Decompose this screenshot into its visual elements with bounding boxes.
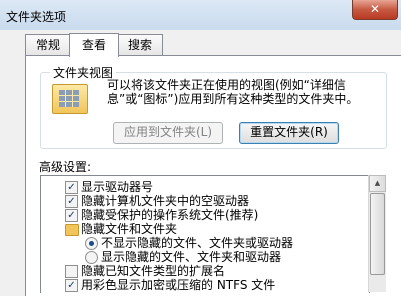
- reset-folders-button[interactable]: 重置文件夹(R): [239, 122, 339, 144]
- tab-search[interactable]: 搜索: [117, 34, 163, 55]
- apply-to-folders-label: 应用到文件夹(L): [123, 125, 213, 139]
- apply-to-folders-button[interactable]: 应用到文件夹(L): [113, 122, 223, 144]
- tab-search-label: 搜索: [127, 38, 152, 52]
- scroll-up-button[interactable]: ▲: [369, 175, 386, 192]
- close-button[interactable]: ✕: [352, 0, 398, 20]
- tab-view[interactable]: 查看: [69, 33, 119, 57]
- list-item-label: 用彩色显示加密或压缩的 NTFS 文件: [81, 278, 276, 292]
- checkbox-color-ntfs-files[interactable]: ✓: [65, 279, 78, 292]
- advanced-settings-list[interactable]: ✓ 显示驱动器号 ✓ 隐藏计算机文件夹中的空驱动器 ✓ 隐藏受保护的操作系统文件…: [40, 175, 370, 293]
- title-bar: 文件夹选项 ✕: [0, 0, 401, 30]
- vertical-scrollbar[interactable]: ▲: [368, 175, 386, 292]
- window-title: 文件夹选项: [6, 10, 67, 24]
- checkbox-hide-protected-os-files[interactable]: ✓: [65, 209, 78, 222]
- list-item-label: 不显示隐藏的文件、文件夹或驱动器: [101, 236, 294, 250]
- check-icon: ✓: [67, 280, 76, 291]
- checkbox-hide-empty-drives[interactable]: ✓: [65, 195, 78, 208]
- check-icon: ✓: [67, 196, 76, 207]
- list-item-label: 显示驱动器号: [81, 180, 154, 194]
- reset-folders-label: 重置文件夹(R): [250, 125, 328, 139]
- list-item-label: 隐藏受保护的操作系统文件(推荐): [81, 208, 259, 222]
- close-icon: ✕: [369, 2, 381, 16]
- radio-dont-show-hidden[interactable]: [85, 237, 98, 250]
- check-icon: ✓: [67, 210, 76, 221]
- folder-icon: [65, 224, 79, 236]
- list-item-label: 隐藏已知文件类型的扩展名: [81, 264, 226, 278]
- list-item-label: 隐藏计算机文件夹中的空驱动器: [81, 194, 250, 208]
- tab-view-label: 查看: [81, 38, 106, 52]
- scroll-thumb[interactable]: [370, 193, 385, 275]
- checkbox-show-drive-letters[interactable]: ✓: [65, 181, 78, 194]
- folder-views-description: 可以将该文件夹正在使用的视图(例如“详细信息”或“图标”)应用到所有这种类型的文…: [107, 78, 359, 106]
- radio-show-hidden[interactable]: [85, 251, 98, 264]
- advanced-settings-label: 高级设置:: [39, 160, 92, 174]
- scroll-up-icon: ▲: [374, 179, 381, 187]
- check-icon: ✓: [67, 182, 76, 193]
- tab-general[interactable]: 常规: [25, 34, 71, 55]
- list-item-label: 显示隐藏的文件、文件夹和驱动器: [101, 250, 282, 264]
- folder-view-icon: [52, 84, 88, 114]
- tab-general-label: 常规: [35, 38, 60, 52]
- list-item-label: 隐藏文件和文件夹: [81, 222, 178, 236]
- checkbox-hide-extensions[interactable]: [65, 265, 78, 278]
